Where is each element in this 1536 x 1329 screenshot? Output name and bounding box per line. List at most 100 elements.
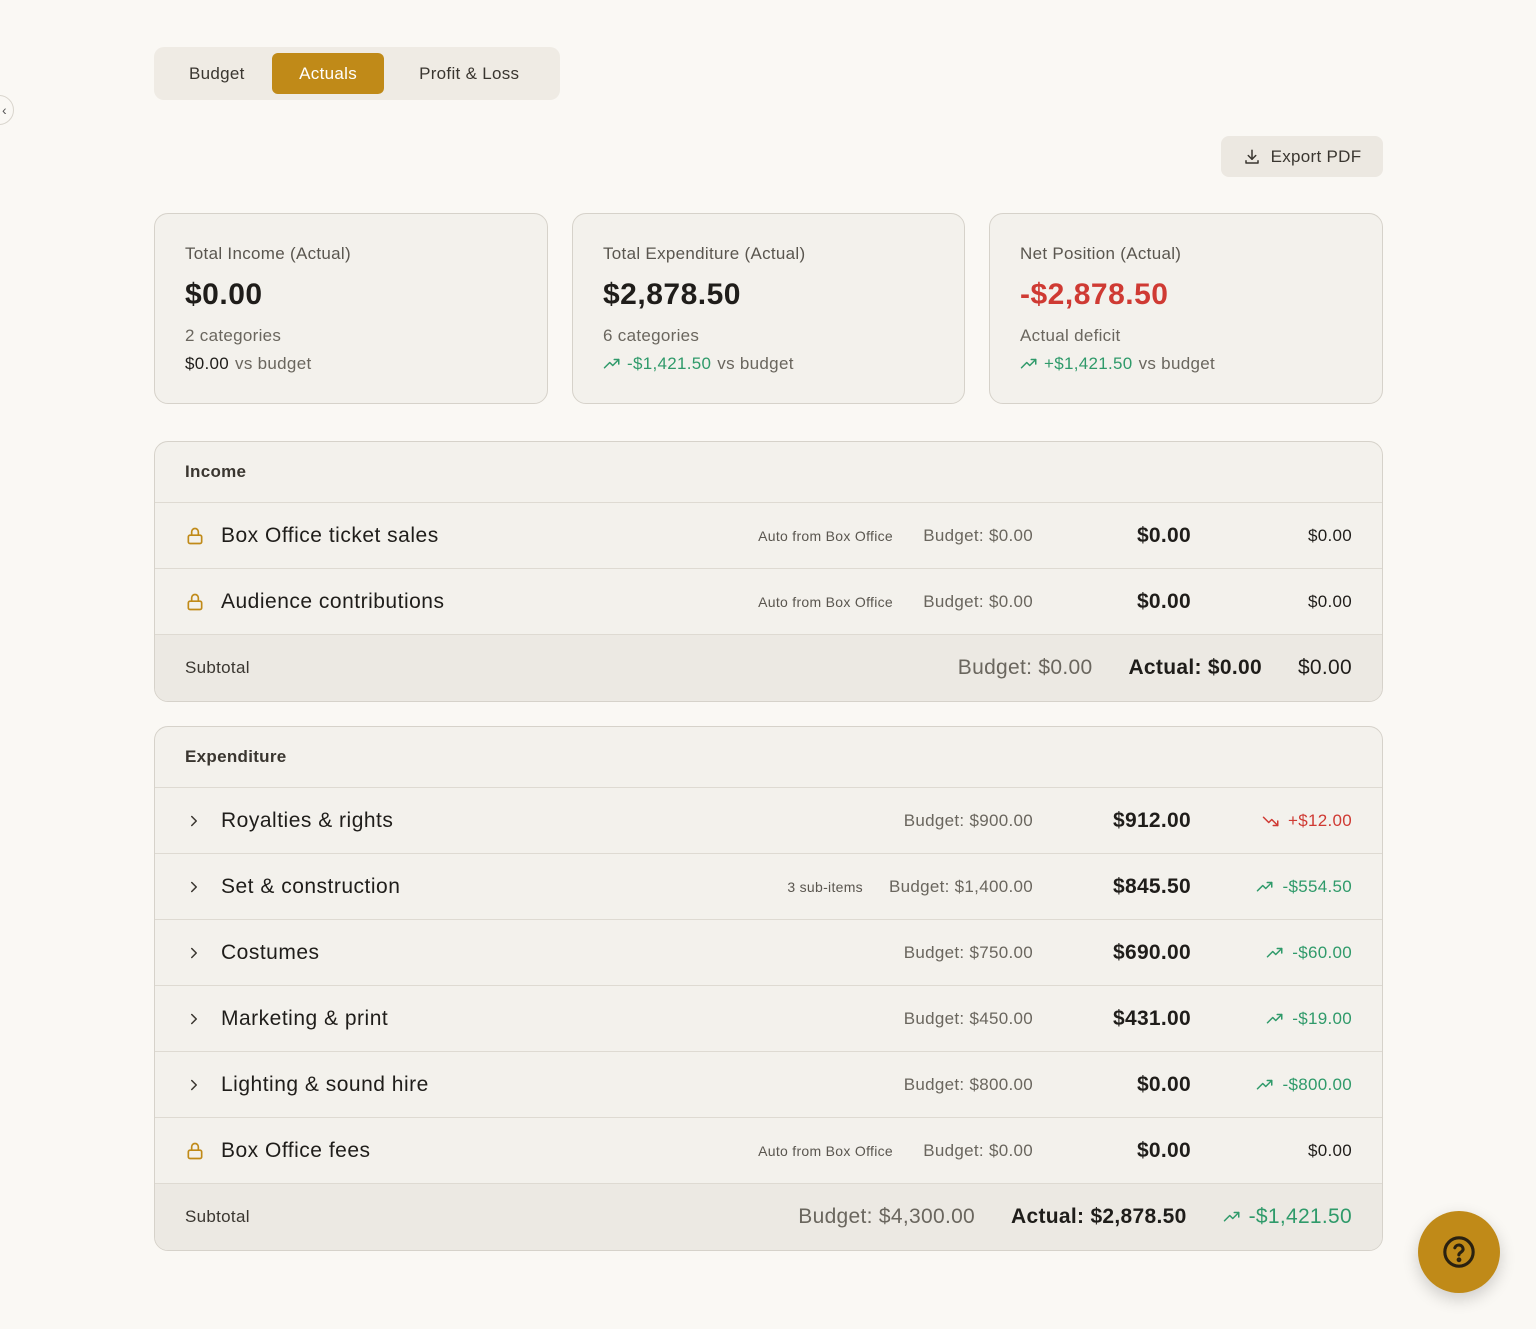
row-actual: $0.00 (1136, 523, 1191, 547)
card-sub: 2 categories (185, 326, 282, 345)
tab-budget[interactable]: Budget (162, 53, 272, 94)
income-subtotal-row: Subtotal Budget: $0.00 Actual: $0.00 $0.… (155, 635, 1382, 701)
chevron-left-icon: ‹ (2, 102, 7, 118)
subtotal-label: Subtotal (185, 1207, 250, 1226)
row-name: Box Office fees (221, 1138, 371, 1162)
row-name: Lighting & sound hire (221, 1072, 429, 1096)
subtotal-actual: Actual: $2,878.50 (1011, 1205, 1187, 1228)
subtotal-variance: -$1,421.50 (1223, 1205, 1352, 1229)
table-row[interactable]: Costumes Budget: $750.00 $690.00 -$60.00 (155, 920, 1382, 986)
row-actual: $0.00 (1136, 1138, 1191, 1162)
lock-icon (187, 593, 203, 610)
table-row: Audience contributions Auto from Box Off… (155, 569, 1382, 635)
table-row[interactable]: Lighting & sound hire Budget: $800.00 $0… (155, 1052, 1382, 1118)
income-summary-card: Total Income (Actual) $0.00 2 categories… (154, 213, 548, 404)
expenditure-summary-card: Total Expenditure (Actual) $2,878.50 6 c… (572, 213, 965, 404)
net-position-card: Net Position (Actual) -$2,878.50 Actual … (989, 213, 1383, 404)
row-variance: +$12.00 (1191, 811, 1352, 831)
expenditure-panel-title: Expenditure (155, 727, 1382, 788)
card-value: -$2,878.50 (1020, 278, 1169, 311)
download-icon (1244, 149, 1259, 164)
chevron-right-icon[interactable] (185, 1010, 203, 1028)
subtotal-budget: Budget: $4,300.00 (798, 1205, 976, 1228)
row-actual: $845.50 (1112, 874, 1191, 898)
comparison-suffix: vs budget (717, 354, 794, 373)
sidebar-collapse-button[interactable]: ‹ (0, 95, 14, 125)
row-variance: -$800.00 (1191, 1075, 1352, 1095)
card-sub: Actual deficit (1020, 326, 1121, 345)
row-budget: Budget: $800.00 (903, 1074, 1033, 1094)
expenditure-subtotal-row: Subtotal Budget: $4,300.00 Actual: $2,87… (155, 1184, 1382, 1250)
lock-icon (187, 1142, 203, 1159)
variance-value: +$12.00 (1287, 810, 1352, 830)
comparison-suffix: vs budget (235, 354, 312, 373)
tab-profit-loss[interactable]: Profit & Loss (384, 53, 554, 94)
help-icon (1443, 1236, 1475, 1268)
income-panel-title: Income (155, 442, 1382, 503)
card-comparison: $0.00 vs budget (185, 354, 517, 374)
tab-actuals[interactable]: Actuals (271, 53, 385, 94)
row-name: Set & construction (221, 874, 401, 898)
card-value: $2,878.50 (603, 278, 741, 311)
variance-value: $0.00 (1307, 525, 1352, 545)
card-label: Net Position (Actual) (1020, 244, 1182, 263)
row-budget: Budget: $0.00 (923, 525, 1033, 545)
row-name: Royalties & rights (221, 808, 394, 832)
variance-value: -$554.50 (1282, 876, 1352, 896)
row-tag: Auto from Box Office (758, 527, 893, 544)
export-pdf-button[interactable]: Export PDF (1221, 136, 1383, 177)
chevron-right-icon[interactable] (185, 812, 203, 830)
row-budget: Budget: $0.00 (923, 591, 1033, 611)
subtotal-actual: Actual: $0.00 (1128, 656, 1262, 679)
chevron-right-icon[interactable] (185, 878, 203, 896)
row-tag: Auto from Box Office (758, 1142, 893, 1159)
lock-icon (187, 527, 203, 544)
variance-value: $0.00 (1307, 591, 1352, 611)
row-tag: 3 sub-items (787, 878, 863, 895)
row-tag: Auto from Box Office (758, 593, 893, 610)
row-actual: $0.00 (1136, 589, 1191, 613)
row-actual: $912.00 (1112, 808, 1191, 832)
trend-down-icon (1262, 816, 1279, 826)
view-tabs: Budget Actuals Profit & Loss (154, 47, 560, 100)
card-comparison: +$1,421.50 vs budget (1020, 354, 1352, 374)
variance-value: -$60.00 (1292, 942, 1352, 962)
chevron-right-icon[interactable] (185, 1076, 203, 1094)
income-panel: Income Box Office ticket sales Auto from… (154, 441, 1383, 702)
table-row[interactable]: Royalties & rights Budget: $900.00 $912.… (155, 788, 1382, 854)
trend-up-icon (1020, 358, 1037, 369)
variance-value: -$800.00 (1282, 1074, 1352, 1094)
comparison-value: -$1,421.50 (627, 354, 712, 373)
subtotal-label: Subtotal (185, 658, 250, 677)
row-name: Costumes (221, 940, 320, 964)
variance-value: -$19.00 (1292, 1008, 1352, 1028)
row-variance: $0.00 (1191, 592, 1352, 612)
table-row: Box Office ticket sales Auto from Box Of… (155, 503, 1382, 569)
row-variance: -$60.00 (1191, 943, 1352, 963)
table-row[interactable]: Marketing & print Budget: $450.00 $431.0… (155, 986, 1382, 1052)
help-button[interactable] (1418, 1211, 1500, 1293)
trend-up-icon (603, 358, 620, 369)
table-row: Box Office fees Auto from Box Office Bud… (155, 1118, 1382, 1184)
chevron-right-icon[interactable] (185, 944, 203, 962)
row-name: Marketing & print (221, 1006, 389, 1030)
row-budget: Budget: $750.00 (903, 942, 1033, 962)
card-sub: 6 categories (603, 326, 700, 345)
card-value: $0.00 (185, 278, 263, 311)
trend-up-icon (1257, 881, 1273, 891)
row-actual: $431.00 (1112, 1006, 1191, 1030)
variance-value: $0.00 (1307, 1140, 1352, 1160)
row-name: Audience contributions (221, 589, 445, 613)
table-row[interactable]: Set & construction 3 sub-items Budget: $… (155, 854, 1382, 920)
export-pdf-label: Export PDF (1270, 146, 1362, 166)
row-budget: Budget: $1,400.00 (888, 876, 1033, 896)
row-budget: Budget: $450.00 (903, 1008, 1033, 1028)
expenditure-panel: Expenditure Royalties & rights Budget: $… (154, 726, 1383, 1251)
row-actual: $0.00 (1136, 1072, 1191, 1096)
card-label: Total Expenditure (Actual) (603, 244, 806, 263)
card-label: Total Income (Actual) (185, 244, 351, 263)
trend-up-icon (1266, 947, 1283, 957)
row-variance: $0.00 (1191, 526, 1352, 546)
variance-value: -$1,421.50 (1248, 1205, 1352, 1228)
comparison-suffix: vs budget (1138, 354, 1215, 373)
